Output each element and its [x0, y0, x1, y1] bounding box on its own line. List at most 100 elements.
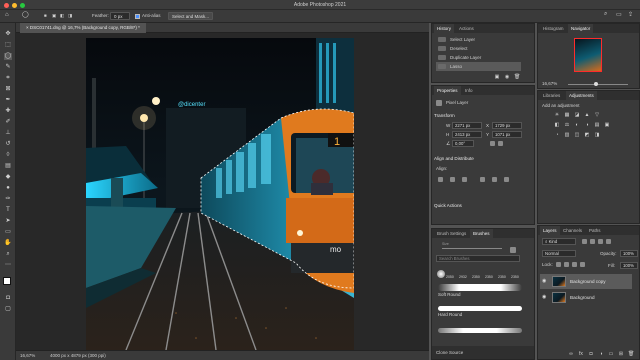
select-and-mask-button[interactable]: Select and Mask...	[168, 12, 213, 20]
eyedropper-icon[interactable]: ✒	[4, 97, 12, 104]
history-item[interactable]: Deselect	[436, 44, 521, 53]
brightness-contrast-icon[interactable]: ☀	[554, 112, 560, 118]
tab-actions[interactable]: Actions	[456, 24, 477, 33]
feather-input[interactable]: 0 px	[110, 12, 130, 20]
invert-icon[interactable]: ◔	[554, 132, 560, 138]
align-right-icon[interactable]	[462, 177, 467, 182]
quick-selection-icon[interactable]: ✎	[4, 64, 12, 71]
path-selection-icon[interactable]: ➤	[4, 218, 12, 225]
tab-layers[interactable]: Layers	[540, 226, 560, 235]
brush-tool-icon[interactable]: ✐	[4, 119, 12, 126]
align-bottom-icon[interactable]	[504, 177, 509, 182]
tab-histogram[interactable]: Histogram	[540, 24, 567, 33]
healing-brush-icon[interactable]: ✚	[4, 108, 12, 115]
visibility-eye-icon[interactable]: ◉	[542, 290, 546, 305]
move-tool-icon[interactable]: ✥	[4, 31, 12, 38]
rectangle-tool-icon[interactable]: ▭	[4, 229, 12, 236]
frame-tool-icon[interactable]: ⊠	[4, 86, 12, 93]
image-canvas[interactable]: @dicenter 1 mo	[86, 38, 354, 350]
tab-properties[interactable]: Properties	[434, 86, 461, 95]
dodge-tool-icon[interactable]: ●	[4, 185, 12, 192]
new-selection-icon[interactable]: ■	[44, 13, 47, 18]
layer-row[interactable]: ◉ Background	[540, 290, 632, 305]
intersect-selection-icon[interactable]: ◨	[68, 13, 72, 19]
search-icon[interactable]: ⌕	[604, 11, 607, 18]
lock-image-icon[interactable]	[564, 262, 569, 267]
filter-shape-icon[interactable]	[606, 239, 611, 244]
eraser-icon[interactable]: ◊	[4, 152, 12, 159]
color-lookup-icon[interactable]: ▣	[604, 122, 610, 128]
pen-tool-icon[interactable]: ✑	[4, 196, 12, 203]
lasso-tool-preset-icon[interactable]: ◯	[22, 11, 29, 18]
lock-transparency-icon[interactable]	[556, 262, 561, 267]
quick-actions-section[interactable]: Quick Actions	[434, 203, 462, 208]
align-center-icon[interactable]	[450, 177, 455, 182]
brush-preset-soft[interactable]	[437, 270, 445, 278]
clone-source-tab[interactable]: Clone Source	[436, 350, 463, 355]
tab-info[interactable]: Info	[462, 86, 476, 95]
new-document-from-state-icon[interactable]: ▣	[494, 74, 500, 80]
crop-tool-icon[interactable]: ⌗	[4, 75, 12, 82]
blur-tool-icon[interactable]: ◆	[4, 174, 12, 181]
marquee-tool-icon[interactable]: ⬚	[4, 42, 12, 49]
brush-search-input[interactable]: Search Brushes	[436, 255, 520, 262]
snapshot-icon[interactable]: ◉	[504, 74, 510, 80]
tab-brushes[interactable]: Brushes	[470, 229, 493, 238]
curves-icon[interactable]: ◪	[574, 112, 580, 118]
opacity-field[interactable]: 100%	[620, 250, 638, 257]
workspace-icon[interactable]: ▭	[616, 11, 622, 18]
posterize-icon[interactable]: ▥	[564, 132, 570, 138]
antialias-checkbox[interactable]	[135, 14, 140, 19]
fill-field[interactable]: 100%	[620, 262, 638, 269]
tab-navigator[interactable]: Navigator	[568, 24, 594, 33]
zoom-tool-icon[interactable]: ⌕	[4, 251, 12, 258]
black-white-icon[interactable]: ◐	[574, 122, 580, 128]
quick-mask-icon[interactable]: ◘	[4, 295, 12, 302]
brush-list-item[interactable]	[438, 327, 522, 333]
adjustment-layer-icon[interactable]: ◑	[598, 351, 604, 357]
clone-stamp-icon[interactable]: ⊥	[4, 130, 12, 137]
selective-color-icon[interactable]: ◨	[594, 132, 600, 138]
new-group-icon[interactable]: ▭	[608, 351, 614, 357]
blend-mode-select[interactable]: Normal	[542, 250, 576, 257]
photo-filter-icon[interactable]: ◑	[584, 122, 590, 128]
threshold-icon[interactable]: ◫	[574, 132, 580, 138]
history-item[interactable]: Duplicate Layer	[436, 53, 521, 62]
navigator-zoom-slider[interactable]	[568, 84, 628, 85]
lock-position-icon[interactable]	[572, 262, 577, 267]
hand-tool-icon[interactable]: ✋	[4, 240, 12, 247]
navigator-thumbnail[interactable]	[574, 38, 602, 72]
subtract-selection-icon[interactable]: ◧	[60, 13, 64, 19]
layer-filter-kind[interactable]: ⌕ Kind	[542, 238, 576, 245]
document-info[interactable]: 4000 px x 4879 px (300 ppi)	[50, 353, 106, 358]
layer-row[interactable]: ◉ Background copy	[540, 274, 632, 289]
tab-paths[interactable]: Paths	[586, 226, 604, 235]
history-item[interactable]: Lasso	[436, 62, 521, 71]
delete-layer-icon[interactable]: 🗑	[628, 351, 634, 357]
visibility-eye-icon[interactable]: ◉	[542, 274, 546, 289]
tab-adjustments[interactable]: Adjustments	[566, 91, 597, 100]
tab-history[interactable]: History	[434, 24, 455, 33]
align-middle-icon[interactable]	[492, 177, 497, 182]
hue-saturation-icon[interactable]: ◧	[554, 122, 560, 128]
gradient-tool-icon[interactable]: ▤	[4, 163, 12, 170]
flip-horizontal-icon[interactable]	[490, 141, 495, 146]
home-icon[interactable]: ⌂	[5, 12, 9, 18]
tab-libraries[interactable]: Libraries	[540, 91, 563, 100]
document-tab[interactable]: × DSC01741.dng @ 16,7% (Background copy,…	[20, 23, 146, 33]
foreground-color-swatch[interactable]	[3, 277, 11, 285]
brush-list-item[interactable]: Soft Round	[438, 283, 522, 298]
align-top-icon[interactable]	[480, 177, 485, 182]
lasso-tool-icon[interactable]: ◯	[4, 53, 12, 60]
y-field[interactable]: 1071 px	[492, 131, 522, 138]
delete-state-icon[interactable]: 🗑	[514, 74, 520, 80]
share-icon[interactable]: ⇪	[628, 11, 633, 18]
levels-icon[interactable]: ▦	[564, 112, 570, 118]
width-field[interactable]: 2271 px	[452, 122, 482, 129]
color-balance-icon[interactable]: ⚖	[564, 122, 570, 128]
align-distribute-section[interactable]: Align and Distribute	[434, 156, 474, 161]
new-brush-icon[interactable]	[510, 247, 516, 253]
zoom-level[interactable]: 16,67%	[20, 353, 35, 358]
tab-channels[interactable]: Channels	[560, 226, 585, 235]
history-item[interactable]: Select Layer	[436, 35, 521, 44]
